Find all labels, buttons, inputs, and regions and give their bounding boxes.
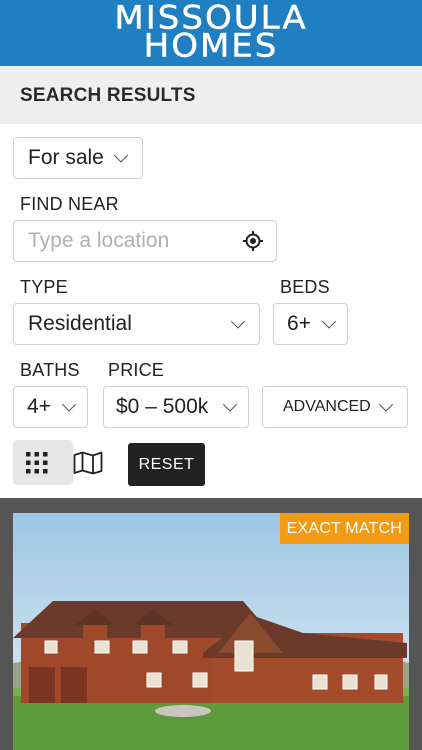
price-label: PRICE: [108, 360, 165, 380]
grid-icon: [26, 452, 48, 474]
map-icon: [73, 451, 103, 475]
exact-match-badge: EXACT MATCH: [279, 513, 409, 544]
reset-button[interactable]: RESET: [128, 443, 205, 486]
page-title: SEARCH RESULTS: [20, 85, 196, 106]
location-placeholder: Type a location: [28, 229, 170, 252]
page-title-bar: SEARCH RESULTS: [0, 66, 422, 124]
chevron-down-icon: [378, 397, 394, 412]
logo: MISSOULA HOMES: [0, 2, 422, 65]
listing-photo: [13, 513, 409, 750]
grid-view-button[interactable]: [13, 440, 73, 485]
beds-label: BEDS: [280, 277, 330, 297]
advanced-button[interactable]: ADVANCED: [262, 386, 408, 428]
chevron-down-icon: [321, 314, 337, 329]
price-select[interactable]: $0 – 500k: [103, 386, 249, 428]
baths-select[interactable]: 4+: [13, 386, 88, 428]
crosshair-icon[interactable]: [242, 230, 264, 252]
baths-value: 4+: [27, 395, 51, 418]
chevron-down-icon: [230, 314, 246, 329]
beds-value: 6+: [287, 312, 311, 335]
beds-select[interactable]: 6+: [273, 303, 348, 345]
logo-line2: HOMES: [143, 27, 279, 65]
listing-card[interactable]: EXACT MATCH: [13, 513, 409, 750]
chevron-down-icon: [113, 148, 129, 163]
baths-label: BATHS: [20, 360, 80, 380]
price-value: $0 – 500k: [116, 395, 209, 418]
map-view-button[interactable]: [73, 440, 113, 485]
find-near-label: FIND NEAR: [20, 194, 119, 214]
type-value: Residential: [28, 312, 132, 335]
type-select[interactable]: Residential: [13, 303, 260, 345]
listing-status-value: For sale: [28, 146, 104, 169]
app-header: MISSOULA HOMES: [0, 0, 422, 66]
advanced-label: ADVANCED: [283, 398, 371, 415]
chevron-down-icon: [222, 397, 238, 412]
type-label: TYPE: [20, 277, 68, 297]
location-input[interactable]: Type a location: [13, 220, 277, 262]
listing-status-select[interactable]: For sale: [13, 137, 143, 179]
chevron-down-icon: [61, 397, 77, 412]
